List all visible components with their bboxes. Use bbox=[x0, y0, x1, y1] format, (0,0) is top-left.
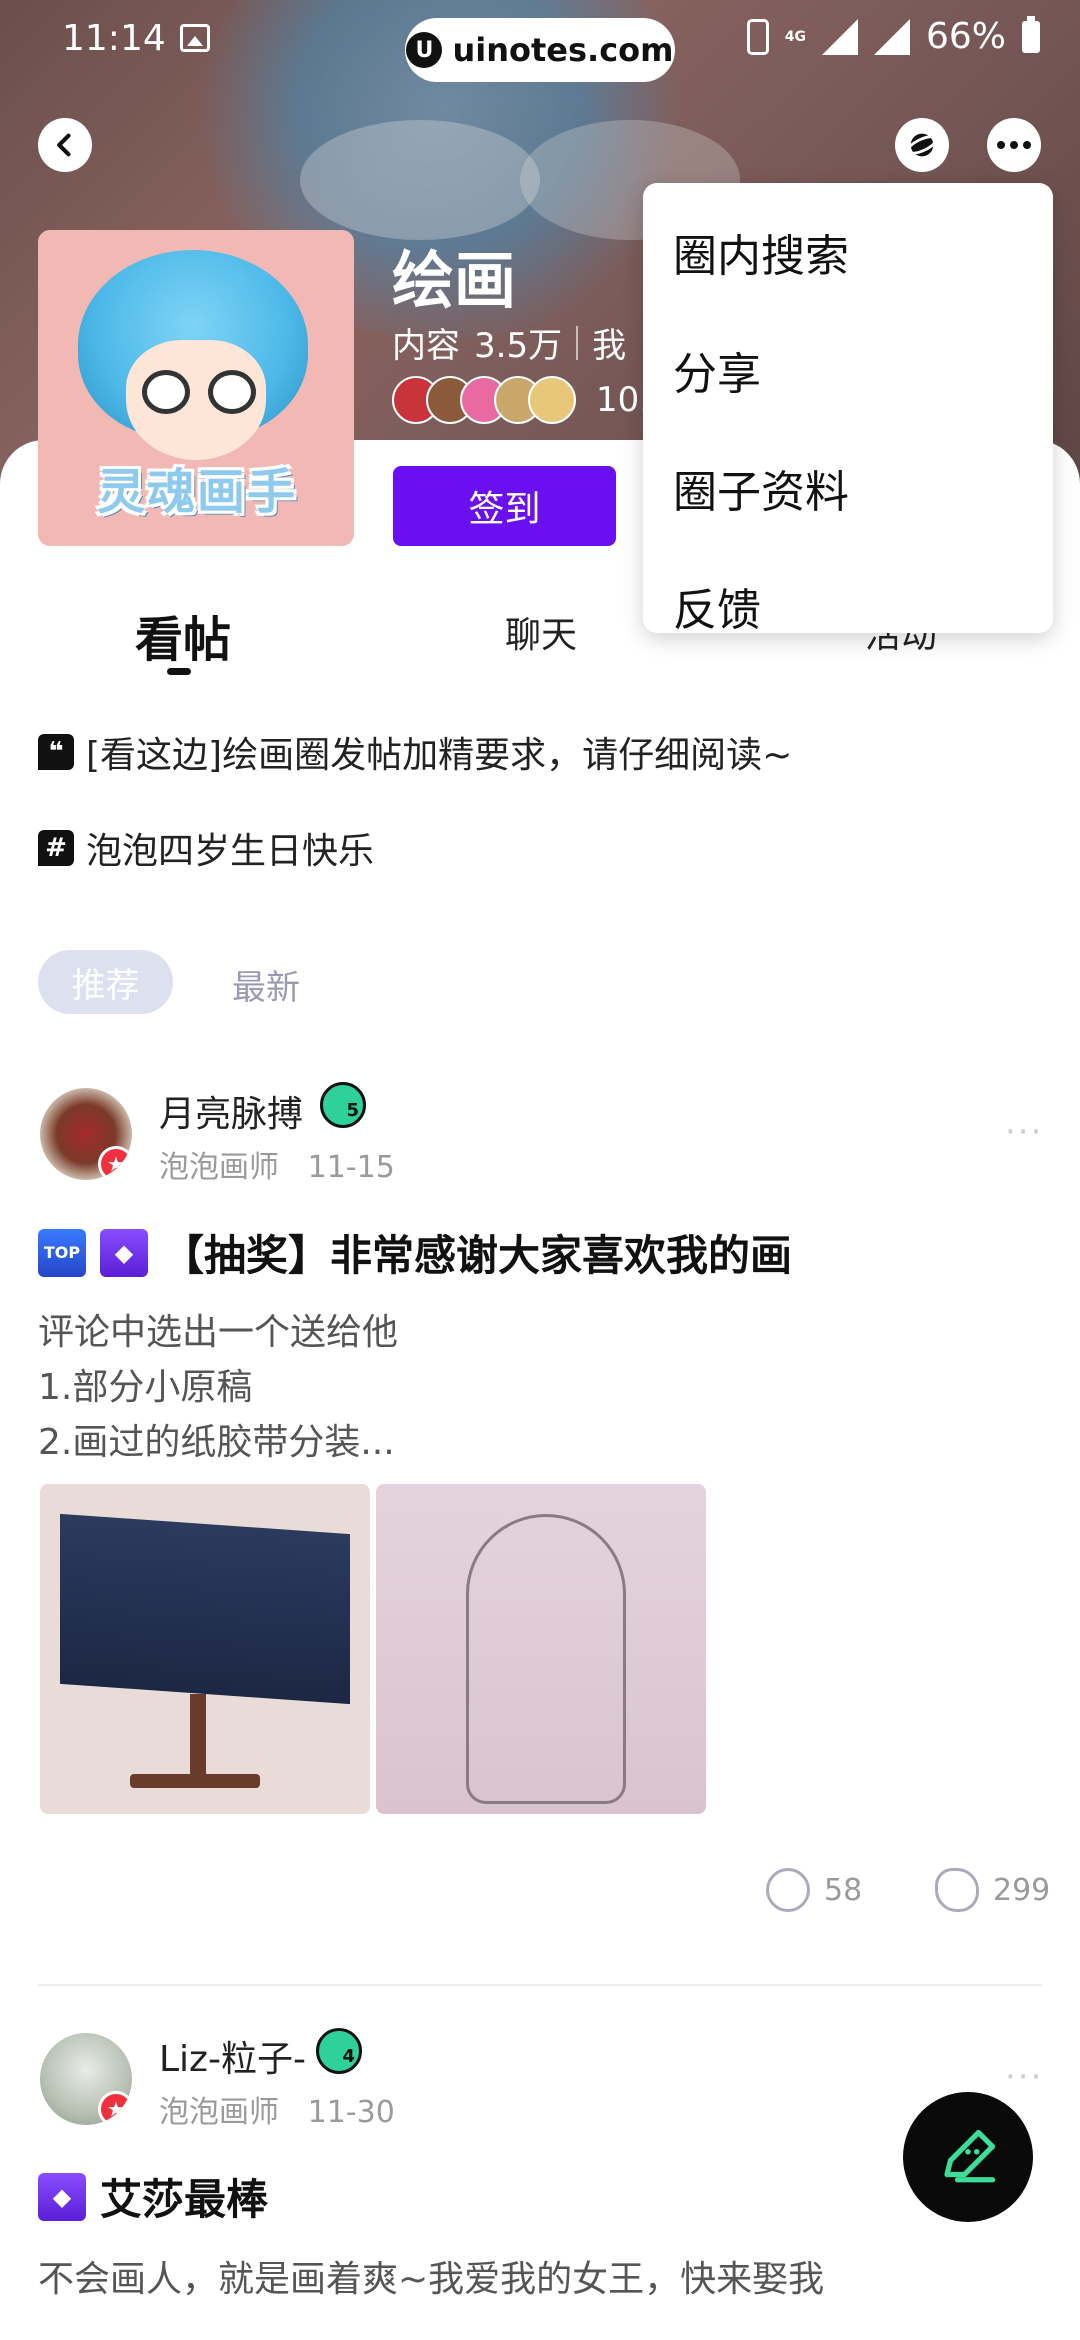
quote-icon: ❝ bbox=[38, 734, 74, 770]
image-notification-icon bbox=[180, 24, 210, 52]
top-tag-icon: TOP bbox=[38, 1228, 86, 1277]
pinned-item-text: 泡泡四岁生日快乐 bbox=[86, 831, 375, 872]
circle-avatar[interactable]: 灵魂画手 bbox=[38, 230, 354, 546]
battery-icon bbox=[1022, 15, 1040, 53]
post-body[interactable]: 评论中选出一个送给他 1.部分小原稿 2.画过的纸胶带分装... bbox=[38, 1305, 398, 1470]
content-count-value: 3.5万 bbox=[474, 326, 563, 366]
watermark-text: uinotes.com bbox=[452, 31, 674, 69]
circle-stats: 内容 3.5万 我 bbox=[392, 318, 626, 367]
post-title-row[interactable]: TOP ◆ 【抽奖】非常感谢大家喜欢我的画 bbox=[38, 1222, 792, 1283]
more-options-button[interactable] bbox=[987, 118, 1041, 172]
post-meta: 泡泡画师 11-15 bbox=[159, 1142, 395, 1186]
tab-chat[interactable]: 聊天 bbox=[505, 606, 577, 658]
level-badge-icon: 5 bbox=[320, 1082, 366, 1128]
planet-button[interactable] bbox=[895, 118, 949, 172]
pinned-item-birthday[interactable]: # 泡泡四岁生日快乐 bbox=[38, 822, 374, 874]
post-author-name[interactable]: 月亮脉搏 bbox=[159, 1085, 303, 1137]
menu-item-share[interactable]: 分享 bbox=[643, 311, 1053, 429]
filter-latest[interactable]: 最新 bbox=[232, 960, 300, 1009]
overflow-menu: 圈内搜索 分享 圈子资料 反馈 bbox=[643, 183, 1053, 636]
post-image[interactable] bbox=[40, 1484, 370, 1814]
pinned-item-text: [看这边]绘画圈发帖加精要求，请仔细阅读~ bbox=[86, 735, 793, 776]
network-type: 4G bbox=[784, 28, 806, 45]
post-divider bbox=[38, 1984, 1042, 1986]
battery-percent: 66% bbox=[925, 16, 1006, 57]
member-avatar bbox=[528, 376, 576, 424]
comment-face-icon bbox=[766, 1868, 810, 1912]
stats-extra: 我 bbox=[592, 326, 627, 366]
post-meta: 泡泡画师 11-30 bbox=[159, 2087, 395, 2131]
post-author-role: 泡泡画师 bbox=[159, 2095, 279, 2130]
member-avatars[interactable]: 10.8 bbox=[392, 375, 672, 425]
post-more-icon[interactable]: ··· bbox=[1005, 1112, 1043, 1152]
menu-item-feedback[interactable]: 反馈 bbox=[643, 547, 1053, 665]
post-title: 艾莎最棒 bbox=[100, 2175, 269, 2224]
pinned-item-rules[interactable]: ❝ [看这边]绘画圈发帖加精要求，请仔细阅读~ bbox=[38, 726, 792, 778]
post-title-row[interactable]: ◆ 艾莎最棒 bbox=[38, 2166, 268, 2227]
content-count-label: 内容 bbox=[392, 326, 460, 366]
stats-divider bbox=[576, 325, 579, 360]
verified-star-icon: ★ bbox=[98, 1146, 132, 1180]
status-time: 11:14 bbox=[62, 18, 166, 59]
planet-icon bbox=[906, 133, 938, 157]
verified-star-icon: ★ bbox=[98, 2091, 132, 2125]
vibrate-icon bbox=[746, 18, 769, 55]
watermark-pill: U uinotes.com bbox=[405, 18, 675, 82]
post-more-icon[interactable]: ··· bbox=[1005, 2057, 1043, 2097]
filter-recommend[interactable]: 推荐 bbox=[38, 950, 173, 1014]
post-author-role: 泡泡画师 bbox=[159, 1150, 279, 1185]
comment-button[interactable]: 58 bbox=[766, 1868, 862, 1912]
hashtag-icon: # bbox=[38, 830, 74, 866]
pencil-edit-icon bbox=[944, 2129, 996, 2183]
level-badge-icon: 4 bbox=[316, 2028, 362, 2074]
signal-icon-2 bbox=[873, 18, 910, 55]
back-button[interactable] bbox=[38, 118, 92, 172]
post-author-name[interactable]: Liz-粒子- bbox=[159, 2030, 306, 2082]
post-body-line: 评论中选出一个送给他 bbox=[38, 1312, 399, 1353]
circle-title: 绘画 bbox=[392, 244, 517, 317]
post-body-line: 1.部分小原稿 bbox=[38, 1367, 253, 1408]
menu-item-search[interactable]: 圈内搜索 bbox=[643, 193, 1053, 311]
post-body-line: 不会画人，就是画着爽~我爱我的女王，快来娶我 bbox=[38, 2259, 825, 2300]
post-date: 11-15 bbox=[307, 1150, 395, 1185]
like-count: 299 bbox=[993, 1872, 1051, 1908]
circle-avatar-logo-text: 灵魂画手 bbox=[96, 464, 297, 520]
more-dots-icon bbox=[997, 141, 1005, 149]
post-image[interactable] bbox=[376, 1484, 706, 1814]
diamond-tag-icon: ◆ bbox=[100, 1228, 148, 1277]
like-button[interactable]: 299 bbox=[935, 1868, 1050, 1912]
post-date: 11-30 bbox=[307, 2095, 395, 2130]
diamond-tag-icon: ◆ bbox=[38, 2172, 86, 2221]
chevron-left-icon bbox=[57, 133, 71, 157]
checkin-button[interactable]: 签到 bbox=[393, 466, 616, 546]
tab-posts[interactable]: 看帖 bbox=[135, 600, 231, 670]
active-tab-indicator bbox=[167, 668, 191, 675]
post-body-line: 2.画过的纸胶带分装... bbox=[38, 1422, 395, 1463]
compose-post-button[interactable] bbox=[903, 2092, 1033, 2222]
menu-item-circle-info[interactable]: 圈子资料 bbox=[643, 429, 1053, 547]
post-author-avatar[interactable]: ★ bbox=[40, 1088, 132, 1180]
uinotes-logo-icon: U bbox=[406, 32, 443, 68]
finger-heart-icon bbox=[935, 1868, 979, 1912]
post-title: 【抽奖】非常感谢大家喜欢我的画 bbox=[162, 1231, 793, 1280]
comment-count: 58 bbox=[824, 1872, 863, 1908]
signal-icon bbox=[821, 18, 858, 55]
post-body[interactable]: 不会画人，就是画着爽~我爱我的女王，快来娶我 bbox=[38, 2252, 824, 2307]
post-author-avatar[interactable]: ★ bbox=[40, 2033, 132, 2125]
